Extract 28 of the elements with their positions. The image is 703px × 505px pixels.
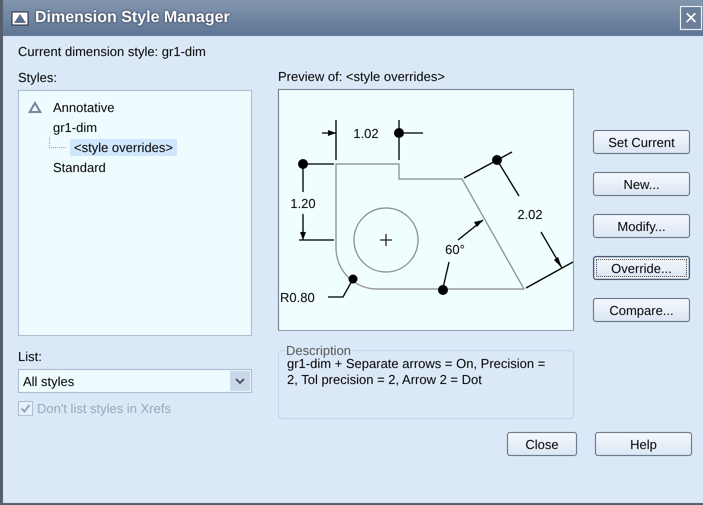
description-text: gr1-dim + Separate arrows = On, Precision = 2, Tol precision = 2, Arrow 2 = Dot [287,356,546,388]
dimension-text: 2.02 [517,207,543,222]
dimension-text: 60° [445,242,465,257]
compare-button[interactable]: Compare... [593,298,690,322]
list-dropdown[interactable]: All styles [18,369,252,393]
modify-button[interactable]: Modify... [593,214,690,238]
dimension-text: R0.80 [280,290,315,305]
help-button[interactable]: Help [595,432,692,456]
override-button[interactable]: Override... [593,256,690,280]
preview-label: Preview of: <style overrides> [278,69,446,85]
tree-item[interactable]: <style overrides> [70,138,177,156]
tree-item[interactable]: Standard [49,158,110,176]
description-label: Description [285,343,352,358]
close-button[interactable]: × [680,6,702,30]
chevron-down-icon [235,378,245,384]
set-current-button[interactable]: Set Current [593,130,690,154]
close-dialog-button[interactable]: Close [507,432,577,456]
dimension-text: 1.20 [290,196,316,211]
new-button[interactable]: New... [593,172,690,196]
styles-label: Styles: [18,70,58,86]
window-title: Dimension Style Manager [35,9,230,27]
current-style-label: Current dimension style: gr1-dim [18,44,207,60]
app-icon [11,10,29,26]
dimension-text: 1.02 [353,126,379,141]
tree-item[interactable]: Annotative [49,98,118,116]
list-label: List: [18,349,43,365]
tree-item[interactable]: gr1-dim [49,118,102,136]
checkbox-label: Don't list styles in Xrefs [37,401,171,416]
